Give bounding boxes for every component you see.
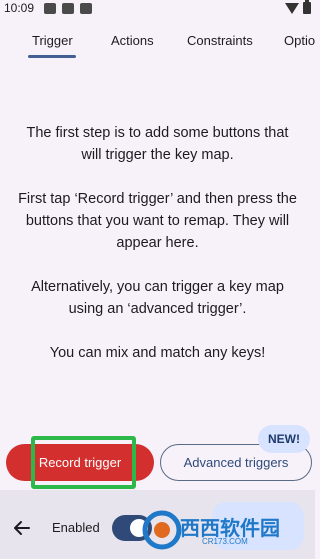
status-bar: 10:09 [0, 0, 315, 16]
instruction-text: Alternatively, you can trigger a key map… [31, 279, 284, 317]
status-time: 10:09 [4, 1, 35, 15]
highlight-box [31, 436, 136, 489]
trigger-instructions: The first step is to add some buttons th… [16, 122, 299, 386]
new-badge: NEW! [258, 425, 310, 453]
notification-icon [62, 2, 75, 14]
notification-icon [44, 2, 57, 14]
tab-trigger[interactable]: Trigger [32, 20, 73, 60]
tab-actions[interactable]: Actions [111, 20, 154, 60]
tab-constraints[interactable]: Constraints [187, 20, 253, 60]
wifi-icon [285, 2, 299, 14]
enabled-toggle[interactable] [112, 515, 152, 541]
toggle-knob [130, 519, 148, 537]
back-arrow-icon[interactable] [12, 518, 32, 538]
tab-indicator [28, 55, 76, 58]
instruction-text: You can mix and match any keys! [49, 345, 266, 361]
save-fab-button[interactable] [212, 502, 304, 550]
instruction-text: First tap ‘Record trigger’ and then pres… [18, 191, 297, 251]
battery-icon [303, 0, 311, 14]
tab-options[interactable]: Options [284, 20, 315, 60]
instruction-text: The first step is to add some buttons th… [26, 125, 289, 163]
notification-icon [80, 2, 93, 14]
enabled-label: Enabled [52, 520, 100, 535]
tab-bar: Trigger Actions Constraints Options [0, 20, 315, 60]
